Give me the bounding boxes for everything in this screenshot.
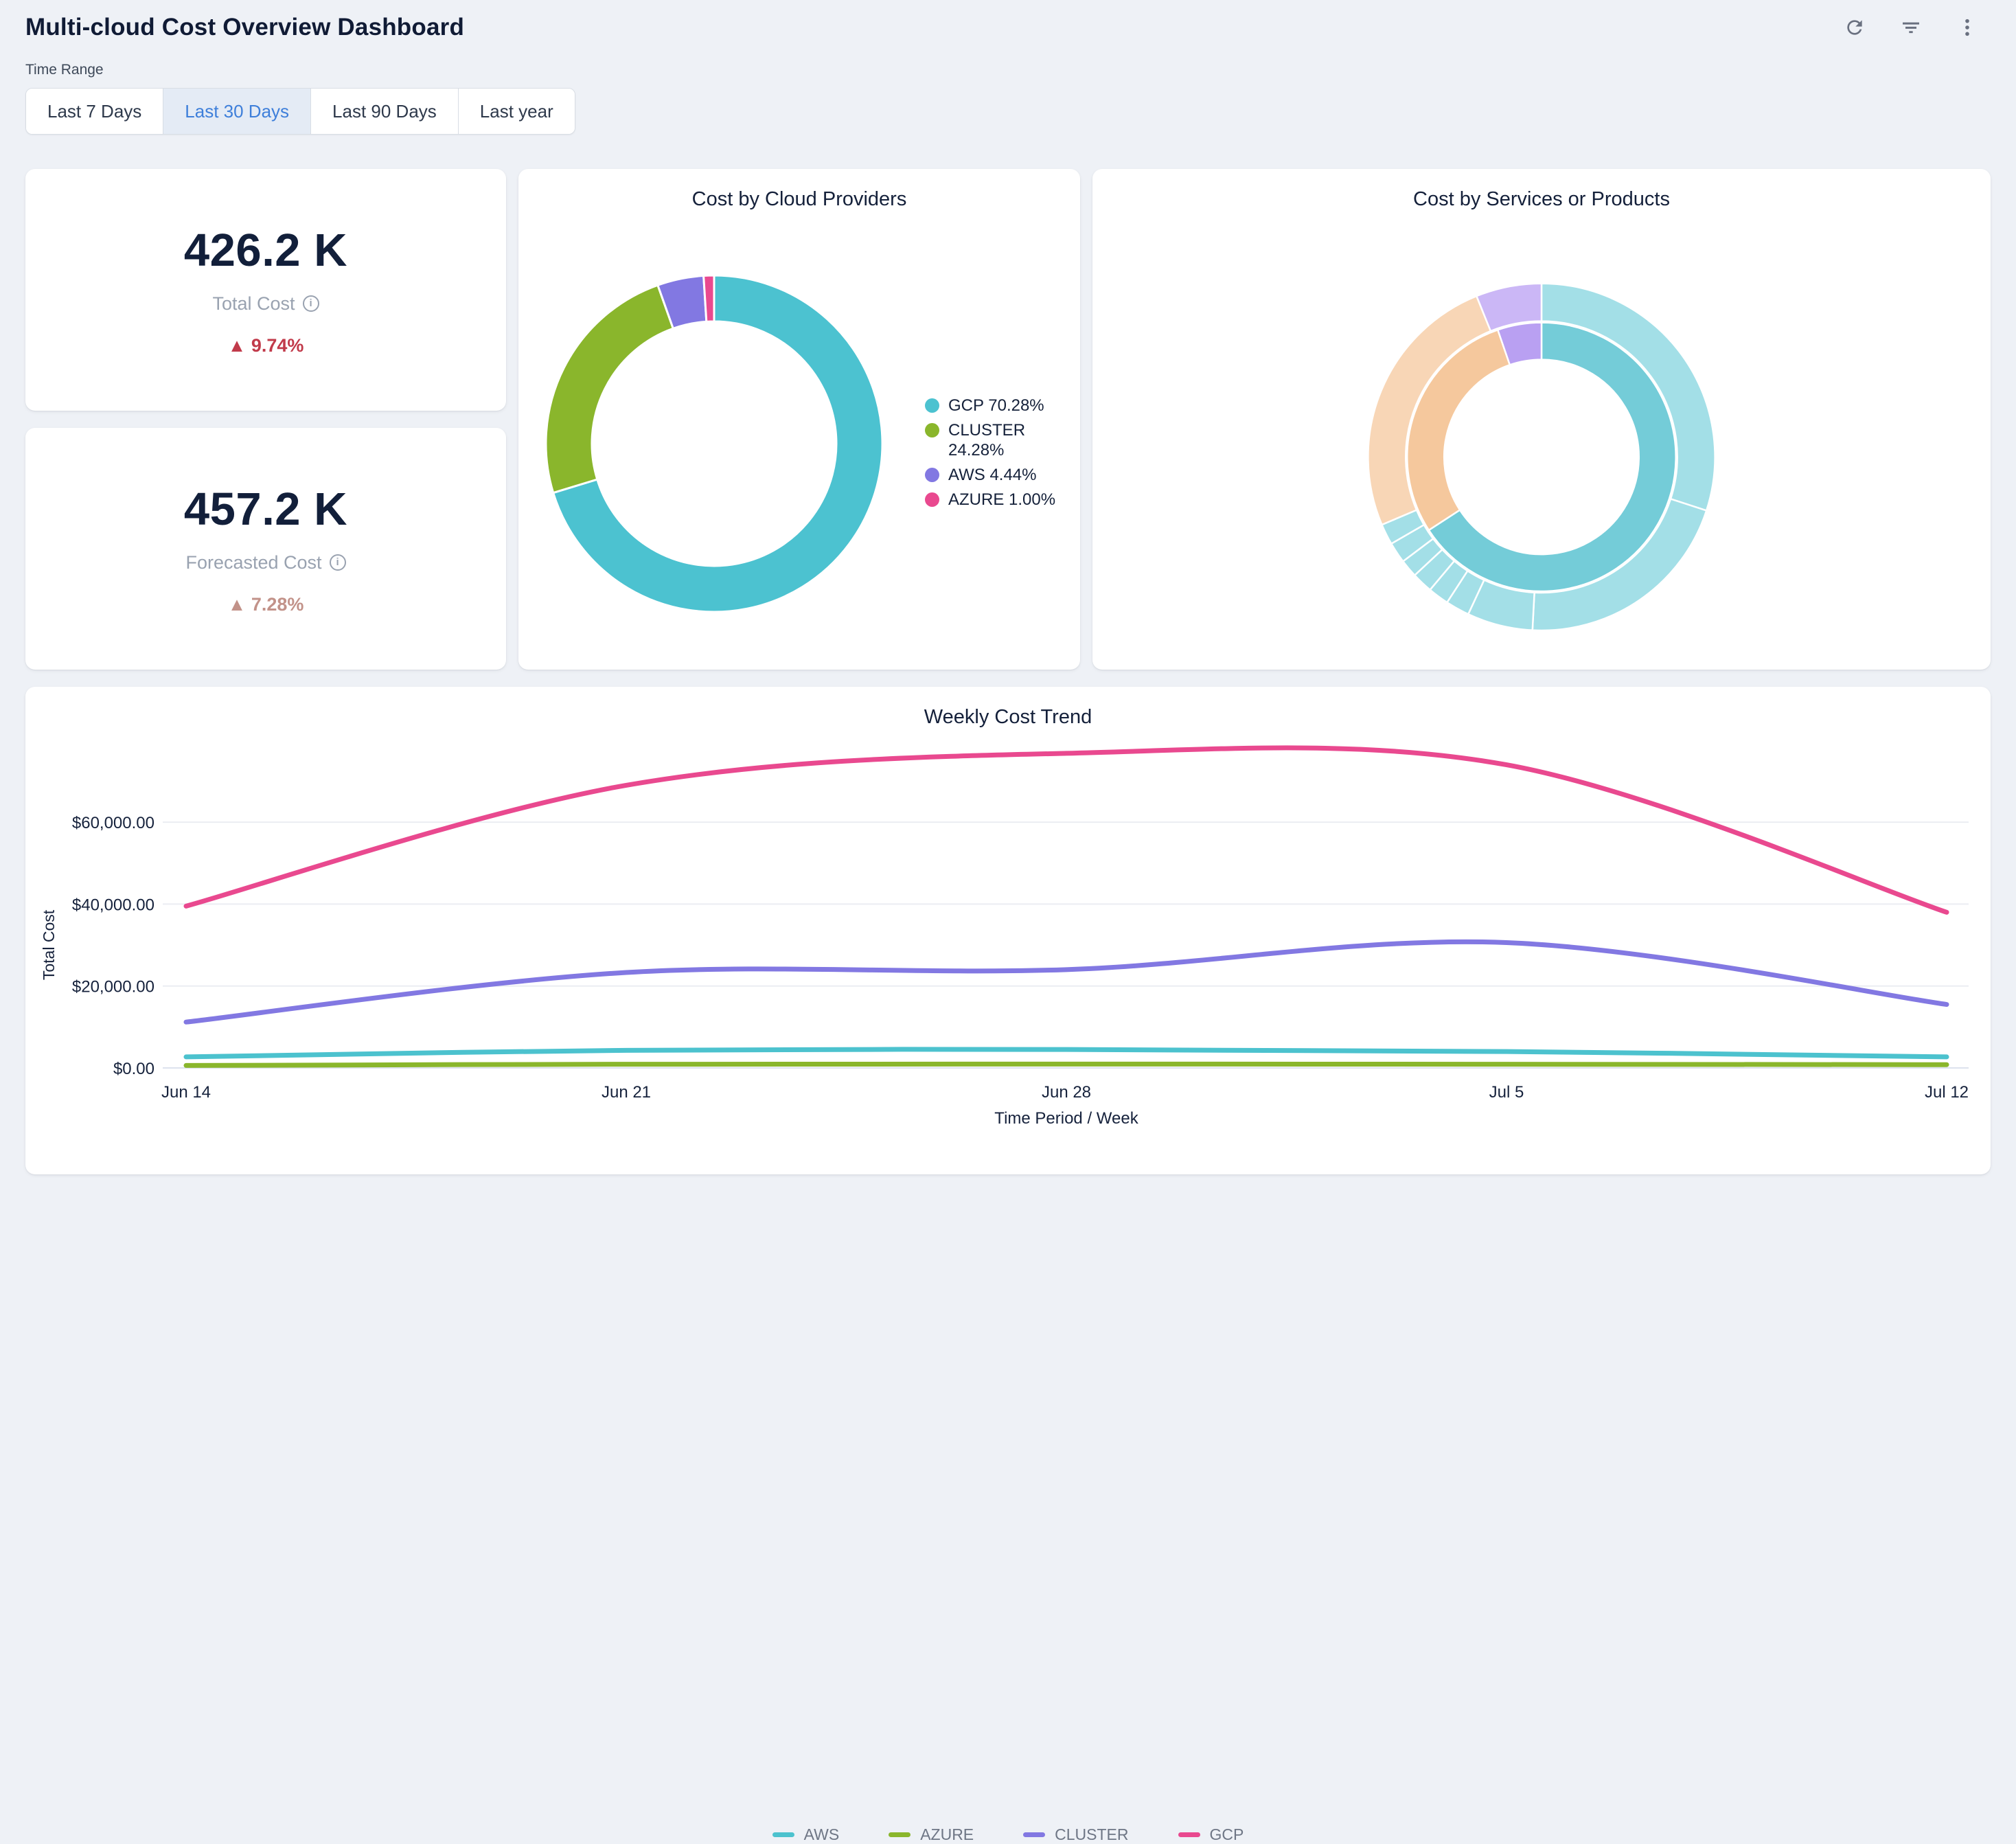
- series-line-aws[interactable]: [186, 1049, 1947, 1057]
- page-title: Multi-cloud Cost Overview Dashboard: [25, 14, 464, 41]
- time-range-button-last-year[interactable]: Last year: [458, 89, 575, 134]
- series-line-azure[interactable]: [186, 1064, 1947, 1065]
- weekly-cost-trend-chart[interactable]: $0.00 $20,000.00 $40,000.00 $60,000.00 Total…: [25, 687, 1991, 1174]
- y-tick-label: $20,000.00: [72, 978, 154, 997]
- forecasted-cost-delta: ▲ 7.28%: [228, 594, 304, 615]
- legend-label: GCP 70.28%: [948, 396, 1044, 416]
- weekly-cost-trend-card: Weekly Cost Trend $0.00 $20,000.00 $40,000…: [25, 687, 1991, 1174]
- trend-chart-title: Weekly Cost Trend: [25, 706, 1991, 729]
- cards-grid: 426.2 K Total Cost i ▲ 9.74% 457.2 K For…: [25, 169, 1991, 670]
- x-tick-label: Jun 28: [1042, 1083, 1091, 1102]
- cost-by-services-card: Cost by Services or Products: [1092, 169, 1991, 670]
- total-cost-label-row: Total Cost i: [212, 293, 319, 315]
- legend-swatch: [1178, 1832, 1200, 1837]
- donut-segment-azure[interactable]: [704, 275, 714, 321]
- legend-label: AZURE 1.00%: [948, 490, 1055, 510]
- legend-item-cluster[interactable]: CLUSTER: [1023, 1825, 1128, 1844]
- legend-label: AZURE: [920, 1825, 974, 1844]
- kebab-menu-icon: [1956, 16, 1978, 38]
- time-range-label: Time Range: [25, 62, 1991, 78]
- header: Multi-cloud Cost Overview Dashboard: [25, 0, 1991, 41]
- header-actions: [1844, 16, 1991, 39]
- donut-segment-cluster[interactable]: [546, 285, 673, 492]
- refresh-button[interactable]: [1844, 16, 1867, 39]
- info-icon[interactable]: i: [330, 554, 346, 571]
- trend-legend: AWS AZURE CLUSTER GCP: [25, 1825, 1991, 1844]
- time-range-button-last-90-days[interactable]: Last 90 Days: [310, 89, 458, 134]
- x-tick-label: Jun 14: [161, 1083, 211, 1102]
- time-range-button-last-7-days[interactable]: Last 7 Days: [26, 89, 163, 134]
- cost-by-providers-card: Cost by Cloud Providers GCP 70.28% CLUST…: [518, 169, 1080, 670]
- legend-dot: [925, 492, 939, 507]
- series-line-cluster[interactable]: [186, 942, 1947, 1022]
- legend-item-cluster[interactable]: CLUSTER 24.28%: [925, 420, 1084, 460]
- legend-item-aws[interactable]: AWS 4.44%: [925, 465, 1084, 485]
- filter-icon: [1900, 16, 1922, 38]
- legend-swatch: [772, 1832, 794, 1837]
- legend-dot: [925, 468, 939, 482]
- legend-label: GCP: [1210, 1825, 1244, 1844]
- legend-dot: [925, 423, 939, 437]
- legend-item-aws[interactable]: AWS: [772, 1825, 840, 1844]
- y-axis-title: Total Cost: [40, 909, 58, 980]
- y-tick-label: $60,000.00: [72, 814, 154, 832]
- refresh-icon: [1844, 16, 1866, 38]
- total-cost-label: Total Cost: [212, 293, 295, 315]
- y-tick-label: $40,000.00: [72, 896, 154, 914]
- x-axis-title: Time Period / Week: [994, 1109, 1138, 1128]
- total-cost-delta: ▲ 9.74%: [228, 335, 304, 356]
- legend-swatch: [1023, 1832, 1045, 1837]
- x-tick-label: Jun 21: [602, 1083, 651, 1102]
- forecasted-cost-card: 457.2 K Forecasted Cost i ▲ 7.28%: [25, 428, 506, 670]
- info-icon[interactable]: i: [303, 295, 319, 312]
- legend-label: AWS: [804, 1825, 840, 1844]
- providers-legend: GCP 70.28% CLUSTER 24.28% AWS 4.44% AZUR…: [925, 396, 1084, 514]
- forecasted-cost-label: Forecasted Cost: [185, 552, 321, 573]
- legend-label: AWS 4.44%: [948, 465, 1037, 485]
- kpi-column: 426.2 K Total Cost i ▲ 9.74% 457.2 K For…: [25, 169, 506, 670]
- legend-dot: [925, 398, 939, 413]
- time-range-button-last-30-days[interactable]: Last 30 Days: [163, 89, 310, 134]
- legend-item-azure[interactable]: AZURE: [889, 1825, 974, 1844]
- time-range-button-group: Last 7 Days Last 30 Days Last 90 Days La…: [25, 88, 575, 135]
- legend-label: CLUSTER 24.28%: [948, 420, 1065, 460]
- legend-swatch: [889, 1832, 910, 1837]
- legend-item-gcp[interactable]: GCP 70.28%: [925, 396, 1084, 416]
- filter-button[interactable]: [1900, 16, 1923, 39]
- series-line-gcp[interactable]: [186, 748, 1947, 912]
- more-options-button[interactable]: [1956, 16, 1980, 39]
- x-tick-label: Jul 12: [1925, 1083, 1969, 1102]
- legend-label: CLUSTER: [1055, 1825, 1128, 1844]
- total-cost-value: 426.2 K: [184, 224, 347, 277]
- legend-item-azure[interactable]: AZURE 1.00%: [925, 490, 1084, 510]
- total-cost-card: 426.2 K Total Cost i ▲ 9.74%: [25, 169, 506, 411]
- legend-item-gcp[interactable]: GCP: [1178, 1825, 1244, 1844]
- x-tick-label: Jul 5: [1489, 1083, 1524, 1102]
- forecasted-cost-value: 457.2 K: [184, 483, 347, 536]
- y-tick-label: $0.00: [113, 1060, 154, 1078]
- dashboard-page: Multi-cloud Cost Overview Dashboard Time…: [0, 0, 2016, 1174]
- forecasted-cost-label-row: Forecasted Cost i: [185, 552, 345, 573]
- services-sunburst-chart[interactable]: [1092, 169, 1991, 669]
